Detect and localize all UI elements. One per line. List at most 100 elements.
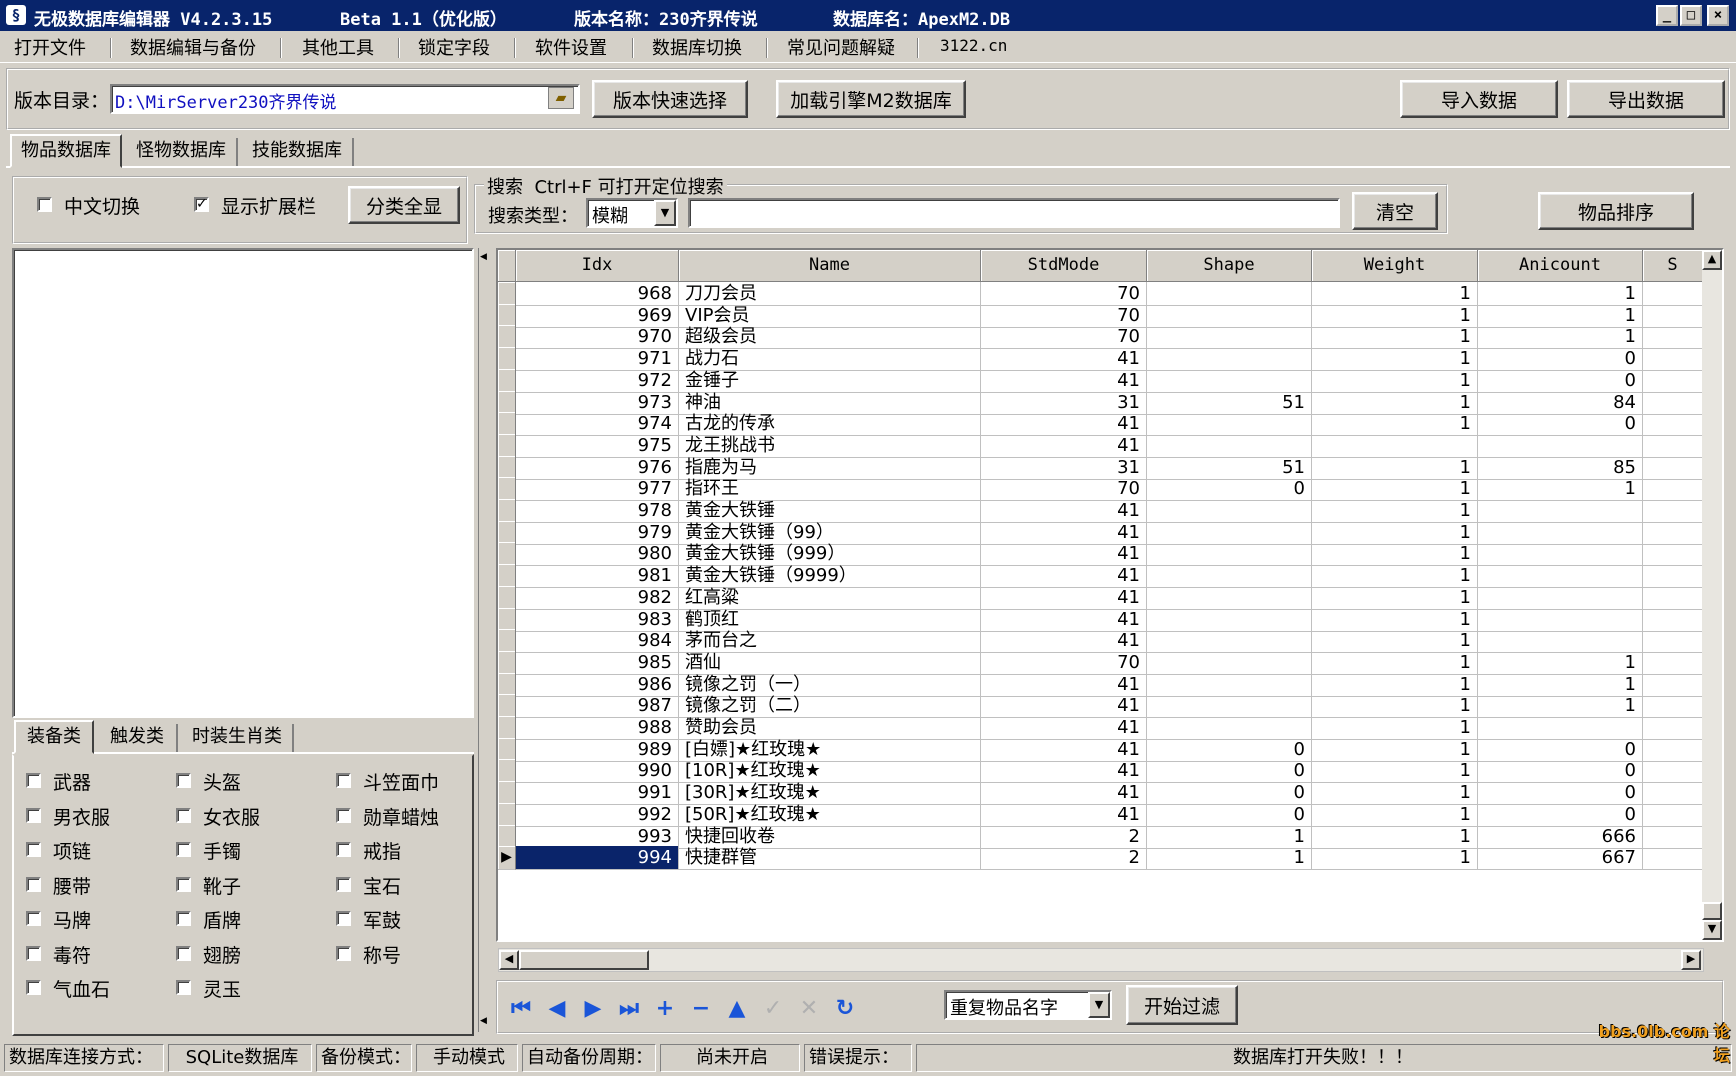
- app-icon[interactable]: §: [6, 5, 26, 25]
- category-checkbox[interactable]: [176, 773, 191, 788]
- table-row[interactable]: 980 黄金大铁锤（999） 41 1: [498, 542, 1703, 567]
- menu-site-link[interactable]: 3122.cn: [940, 36, 1007, 55]
- table-cell[interactable]: 70: [981, 477, 1147, 502]
- chinese-toggle-checkbox[interactable]: [37, 197, 52, 212]
- row-indicator[interactable]: [498, 542, 516, 567]
- table-cell[interactable]: 978: [516, 499, 679, 523]
- import-button[interactable]: 导入数据: [1400, 80, 1558, 118]
- table-cell[interactable]: [1147, 716, 1312, 740]
- table-cell[interactable]: 41: [981, 737, 1147, 762]
- table-cell[interactable]: 968: [516, 282, 679, 306]
- table-cell[interactable]: 黄金大铁锤: [679, 499, 981, 523]
- category-checkbox[interactable]: [336, 842, 351, 857]
- table-cell[interactable]: [1147, 412, 1312, 437]
- table-row[interactable]: 969 VIP会员 70 1 1: [498, 303, 1703, 328]
- table-row[interactable]: 988 赞助会员 41 1: [498, 716, 1703, 740]
- table-cell[interactable]: 1: [1312, 499, 1478, 523]
- category-checkbox[interactable]: [176, 807, 191, 823]
- table-cell[interactable]: [1643, 433, 1703, 458]
- table-cell[interactable]: 41: [981, 347, 1147, 372]
- table-cell[interactable]: 969: [516, 303, 679, 328]
- minimize-button[interactable]: _: [1656, 5, 1678, 26]
- table-cell[interactable]: 古龙的传承: [679, 412, 981, 437]
- table-cell[interactable]: 51: [1147, 455, 1312, 480]
- table-cell[interactable]: [1643, 542, 1703, 567]
- table-cell[interactable]: [1478, 433, 1643, 458]
- table-cell[interactable]: [30R]★红玫瑰★: [679, 781, 981, 806]
- table-cell[interactable]: [1147, 585, 1312, 610]
- table-cell[interactable]: 41: [981, 694, 1147, 719]
- horizontal-scrollbar[interactable]: ◀ ▶: [498, 948, 1704, 972]
- table-cell[interactable]: 41: [981, 520, 1147, 545]
- table-cell[interactable]: 70: [981, 282, 1147, 306]
- table-cell[interactable]: [1478, 585, 1643, 610]
- table-cell[interactable]: [1643, 499, 1703, 523]
- table-cell[interactable]: 超级会员: [679, 325, 981, 350]
- table-cell[interactable]: 986: [516, 672, 679, 697]
- category-checkbox[interactable]: [176, 842, 191, 857]
- row-indicator[interactable]: [498, 433, 516, 458]
- table-cell[interactable]: 975: [516, 433, 679, 458]
- category-checkbox[interactable]: [26, 807, 41, 823]
- table-cell[interactable]: 984: [516, 629, 679, 654]
- table-cell[interactable]: 41: [981, 716, 1147, 740]
- category-checkbox[interactable]: [336, 945, 351, 961]
- table-row[interactable]: 978 黄金大铁锤 41 1: [498, 499, 1703, 523]
- table-row[interactable]: 971 战力石 41 1 0: [498, 347, 1703, 372]
- table-cell[interactable]: 70: [981, 325, 1147, 350]
- post-icon[interactable]: ✓: [758, 996, 788, 1022]
- tab-equipment[interactable]: 装备类: [14, 720, 94, 754]
- export-button[interactable]: 导出数据: [1567, 80, 1725, 118]
- table-cell[interactable]: [1643, 585, 1703, 610]
- next-icon[interactable]: ▶: [578, 996, 608, 1022]
- table-cell[interactable]: [1643, 347, 1703, 372]
- row-indicator[interactable]: [498, 650, 516, 675]
- table-cell[interactable]: [1643, 455, 1703, 480]
- table-cell[interactable]: [1147, 672, 1312, 697]
- row-indicator[interactable]: [498, 303, 516, 328]
- table-row[interactable]: 979 黄金大铁锤（99） 41 1: [498, 520, 1703, 545]
- quick-select-button[interactable]: 版本快速选择: [592, 80, 748, 118]
- chevron-down-icon[interactable]: ▼: [654, 200, 676, 226]
- table-row[interactable]: 975 龙王挑战书 41: [498, 433, 1703, 458]
- category-checkbox[interactable]: [176, 980, 191, 995]
- table-cell[interactable]: 金锤子: [679, 368, 981, 393]
- table-cell[interactable]: 指环王: [679, 477, 981, 502]
- table-cell[interactable]: 41: [981, 368, 1147, 393]
- table-row[interactable]: 972 金锤子 41 1 0: [498, 368, 1703, 393]
- row-indicator[interactable]: [498, 347, 516, 372]
- table-cell[interactable]: [1312, 433, 1478, 458]
- table-cell[interactable]: [1147, 650, 1312, 675]
- table-cell[interactable]: 41: [981, 607, 1147, 632]
- table-cell[interactable]: 70: [981, 650, 1147, 675]
- table-cell[interactable]: [1147, 694, 1312, 719]
- row-indicator[interactable]: ▶: [498, 846, 516, 871]
- table-row[interactable]: 985 酒仙 70 1 1: [498, 650, 1703, 675]
- table-cell[interactable]: 2: [981, 824, 1147, 849]
- table-cell[interactable]: [1478, 520, 1643, 545]
- table-cell[interactable]: [1478, 499, 1643, 523]
- table-cell[interactable]: [1147, 607, 1312, 632]
- table-cell[interactable]: 黄金大铁锤（9999）: [679, 564, 981, 589]
- table-row[interactable]: ▶ 994 快捷群管 2 1 1 667: [498, 846, 1703, 871]
- row-indicator[interactable]: [498, 477, 516, 502]
- row-indicator[interactable]: [498, 368, 516, 393]
- table-cell[interactable]: 987: [516, 694, 679, 719]
- menu-open-file[interactable]: 打开文件: [14, 34, 86, 60]
- table-cell[interactable]: [白嫖]★红玫瑰★: [679, 737, 981, 762]
- table-cell[interactable]: 41: [981, 412, 1147, 437]
- table-cell[interactable]: [1643, 824, 1703, 849]
- table-cell[interactable]: 1: [1312, 781, 1478, 806]
- table-cell[interactable]: [1643, 282, 1703, 306]
- table-row[interactable]: 992 [50R]★红玫瑰★ 41 0 1 0: [498, 802, 1703, 827]
- table-cell[interactable]: [1643, 325, 1703, 350]
- table-cell[interactable]: 快捷群管: [679, 846, 981, 871]
- table-cell[interactable]: 1: [1312, 824, 1478, 849]
- category-checkbox[interactable]: [26, 842, 41, 857]
- table-cell[interactable]: 1: [1312, 716, 1478, 740]
- table-cell[interactable]: 982: [516, 585, 679, 610]
- col-stdmode-header[interactable]: StdMode: [981, 250, 1147, 282]
- table-cell[interactable]: 31: [981, 455, 1147, 480]
- table-cell[interactable]: [1478, 716, 1643, 740]
- prev-icon[interactable]: ◀: [542, 996, 572, 1022]
